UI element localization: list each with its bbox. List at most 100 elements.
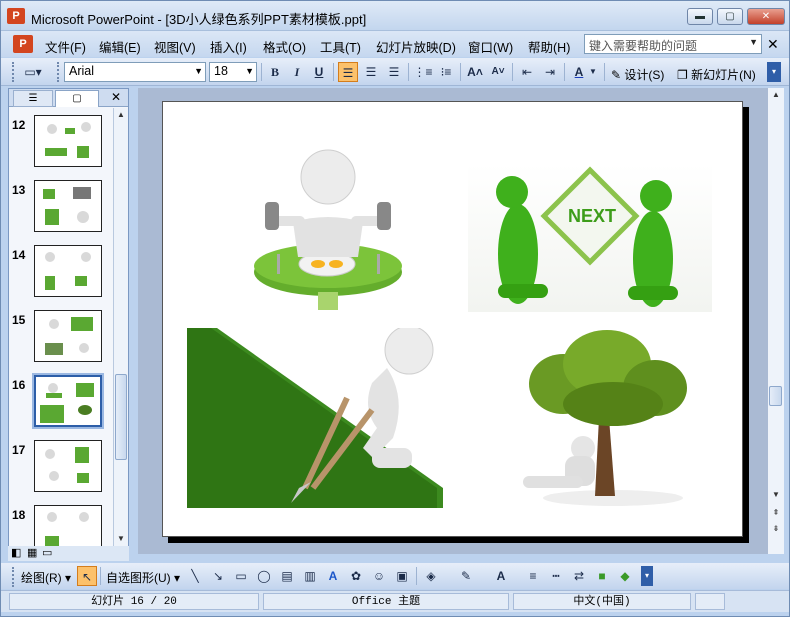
slideshow-view-icon[interactable]: ▭ <box>42 546 52 559</box>
toolbar-grip[interactable] <box>12 567 16 587</box>
slides-pane-scrollbar[interactable]: ▲ ▼ <box>113 108 128 546</box>
slide-thumbnail[interactable] <box>34 245 102 297</box>
document-close-icon[interactable]: ✕ <box>767 36 779 53</box>
powerpoint-app-icon[interactable]: P <box>7 8 25 24</box>
main-vertical-scrollbar[interactable]: ▲ ▼ ⇞ ⇟ <box>768 88 784 554</box>
menu-insert[interactable]: 插入(I) <box>210 37 247 56</box>
scroll-thumb[interactable] <box>115 374 127 460</box>
slide-number: 18 <box>12 508 26 522</box>
font-color-icon[interactable]: A <box>569 62 589 82</box>
document-menu-icon[interactable]: P <box>13 35 33 53</box>
tree-rest-image[interactable] <box>503 328 717 506</box>
slide-number: 16 <box>12 378 26 392</box>
chevron-down-icon[interactable]: ▼ <box>588 62 598 82</box>
scroll-down-icon[interactable]: ▼ <box>116 534 126 543</box>
thumbnail-row[interactable]: 14 <box>9 245 121 301</box>
thumbnail-row[interactable]: 13 <box>9 180 121 236</box>
pane-close-icon[interactable]: ✕ <box>111 90 121 104</box>
menu-window[interactable]: 窗口(W) <box>468 37 513 56</box>
oval-tool-icon[interactable]: ◯ <box>254 566 274 586</box>
rectangle-tool-icon[interactable]: ▭ <box>231 566 251 586</box>
thumbnail-row[interactable]: 15 <box>9 310 121 366</box>
wordart-icon[interactable]: A <box>323 566 343 586</box>
align-center-icon[interactable]: ☰ <box>361 62 381 82</box>
align-right-icon[interactable]: ☰ <box>384 62 404 82</box>
decrease-font-icon[interactable]: A˅ <box>488 62 508 82</box>
help-dropdown-icon[interactable]: ▼ <box>749 37 758 47</box>
minimize-button[interactable]: ▬ <box>687 8 713 25</box>
toolbar-grip[interactable] <box>12 62 16 82</box>
toolbar-options-icon[interactable]: ▾ <box>767 62 781 82</box>
normal-view-icon[interactable]: ◧ <box>11 546 21 559</box>
textbox-tool-icon[interactable]: ▤ <box>277 566 297 586</box>
thumbnail-row[interactable]: 16 <box>9 373 121 431</box>
new-document-icon[interactable]: ▭▾ <box>19 62 47 82</box>
slide-sorter-icon[interactable]: ▦ <box>27 546 37 559</box>
italic-button[interactable]: I <box>287 62 307 82</box>
3d-style-icon[interactable]: ◆ <box>615 566 635 586</box>
font-size-select[interactable]: 18 ▼ <box>209 62 257 82</box>
next-sign-image[interactable]: NEXT <box>468 164 712 312</box>
figure-dining-image[interactable] <box>223 132 433 312</box>
select-pointer-icon[interactable]: ↖ <box>77 566 97 586</box>
thumbnail-row[interactable]: 12 <box>9 115 121 171</box>
next-slide-icon[interactable]: ⇟ <box>771 524 781 533</box>
menu-file[interactable]: 文件(F) <box>45 37 86 56</box>
insert-picture-icon[interactable]: ▣ <box>392 566 412 586</box>
scroll-up-icon[interactable]: ▲ <box>771 90 781 99</box>
font-color-icon[interactable]: A <box>491 566 511 586</box>
underline-button[interactable]: U <box>309 62 329 82</box>
new-slide-button[interactable]: ❐ 新幻灯片(N) <box>677 66 756 83</box>
increase-font-icon[interactable]: A˄ <box>465 62 485 82</box>
slide-thumbnail[interactable] <box>34 310 102 362</box>
close-button[interactable]: ✕ <box>747 8 785 25</box>
font-name-select[interactable]: Arial ▼ <box>64 62 206 82</box>
slide-thumbnail[interactable] <box>34 440 102 492</box>
current-slide[interactable]: NEXT <box>162 101 743 537</box>
outline-icon: ☰ <box>28 93 38 104</box>
align-left-icon[interactable]: ☰ <box>338 62 358 82</box>
previous-slide-icon[interactable]: ⇞ <box>771 508 781 517</box>
diagram-icon[interactable]: ✿ <box>346 566 366 586</box>
bold-button[interactable]: B <box>265 62 285 82</box>
menu-slideshow[interactable]: 幻灯片放映(D) <box>376 37 456 56</box>
slide-thumbnail[interactable] <box>34 180 102 232</box>
slide-thumbnail[interactable] <box>34 115 102 167</box>
menu-tools[interactable]: 工具(T) <box>320 37 361 56</box>
menu-edit[interactable]: 编辑(E) <box>99 37 141 56</box>
toolbar-options-icon[interactable]: ▾ <box>641 566 653 586</box>
scroll-up-icon[interactable]: ▲ <box>116 110 126 119</box>
fill-color-icon[interactable]: ◈ <box>421 566 441 586</box>
slides-tab[interactable]: ▢ <box>55 90 99 107</box>
line-color-icon[interactable]: ✎ <box>456 566 476 586</box>
line-style-icon[interactable]: ≡ <box>523 566 543 586</box>
shadow-style-icon[interactable]: ■ <box>592 566 612 586</box>
scroll-thumb[interactable] <box>769 386 782 406</box>
separator <box>333 63 334 81</box>
help-search-input[interactable]: 键入需要帮助的问题 ▼ <box>584 34 762 54</box>
design-button[interactable]: ✎ 设计(S) <box>611 66 664 83</box>
draw-menu-button[interactable]: 绘图(R) ▾ <box>21 569 71 586</box>
slide-number: 15 <box>12 313 26 327</box>
arrow-style-icon[interactable]: ⇄ <box>569 566 589 586</box>
arrow-tool-icon[interactable]: ↘ <box>208 566 228 586</box>
decrease-indent-icon[interactable]: ⇤ <box>517 62 537 82</box>
clipart-icon[interactable]: ☺ <box>369 566 389 586</box>
scroll-down-icon[interactable]: ▼ <box>771 490 781 499</box>
numbering-icon[interactable]: ⋮≡ <box>413 62 433 82</box>
dash-style-icon[interactable]: ┅ <box>546 566 566 586</box>
vertical-textbox-icon[interactable]: ▥ <box>300 566 320 586</box>
menu-view[interactable]: 视图(V) <box>154 37 196 56</box>
slide-thumbnail-selected[interactable] <box>32 373 104 429</box>
restore-button[interactable]: ▢ <box>717 8 743 25</box>
thumbnail-row[interactable]: 17 <box>9 440 121 496</box>
menu-format[interactable]: 格式(O) <box>263 37 306 56</box>
hedge-trimming-image[interactable] <box>187 325 443 508</box>
line-tool-icon[interactable]: ╲ <box>185 566 205 586</box>
increase-indent-icon[interactable]: ⇥ <box>540 62 560 82</box>
toolbar-grip[interactable] <box>57 62 61 82</box>
outline-tab[interactable]: ☰ <box>13 90 53 107</box>
autoshapes-button[interactable]: 自选图形(U) ▾ <box>106 569 180 586</box>
menu-help[interactable]: 帮助(H) <box>528 37 570 56</box>
bullets-icon[interactable]: ⁝≡ <box>436 62 456 82</box>
